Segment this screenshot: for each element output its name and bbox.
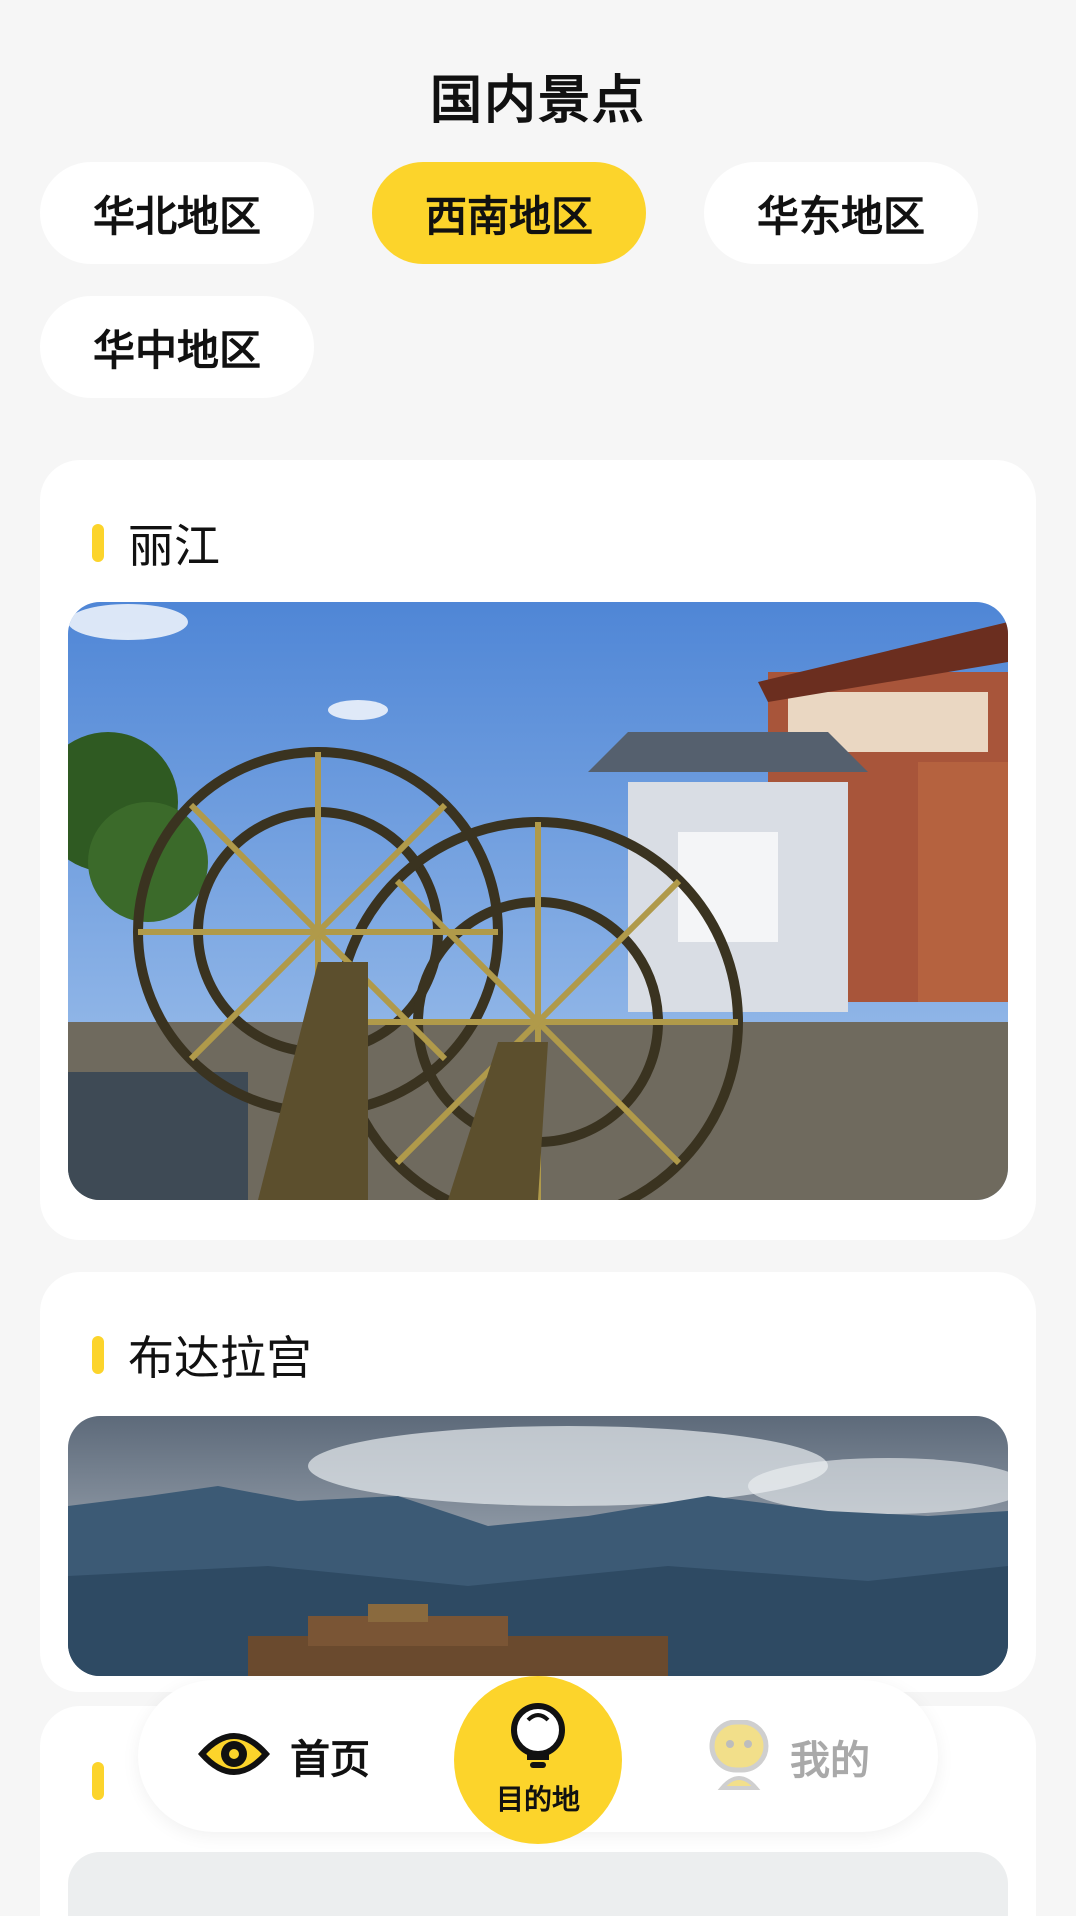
attraction-title: 丽江	[128, 519, 220, 573]
tab-destination[interactable]: 目的地	[454, 1676, 622, 1844]
tab-mine[interactable]: 我的	[708, 1719, 870, 1794]
page-title: 国内景点	[429, 71, 646, 131]
region-chip-southwest[interactable]: 西南地区	[372, 162, 646, 264]
region-chip-north[interactable]: 华北地区	[40, 162, 314, 264]
attraction-card-lijiang[interactable]: 丽江	[40, 460, 1036, 1240]
title-accent-bar	[92, 524, 104, 562]
eye-icon	[197, 1724, 271, 1788]
tab-destination-label: 目的地	[495, 1783, 580, 1816]
tab-home-label: 首页	[290, 1737, 370, 1783]
attraction-card-potala[interactable]: 布达拉宫	[40, 1272, 1036, 1692]
lijiang-waterwheel-photo[interactable]	[68, 602, 1008, 1200]
face-icon	[708, 1719, 770, 1794]
region-chip-label: 华北地区	[92, 191, 261, 241]
region-chip-central[interactable]: 华中地区	[40, 296, 314, 398]
region-chip-east[interactable]: 华东地区	[704, 162, 978, 264]
lightbulb-icon	[508, 1702, 568, 1776]
tab-home[interactable]: 首页	[197, 1724, 370, 1788]
title-accent-bar	[92, 1762, 104, 1800]
region-chip-label: 华东地区	[756, 191, 925, 241]
tab-mine-label: 我的	[790, 1738, 870, 1784]
title-accent-bar	[92, 1336, 104, 1374]
region-chip-label: 华中地区	[92, 325, 261, 375]
region-chip-label: 西南地区	[424, 191, 593, 241]
potala-palace-photo[interactable]	[68, 1416, 1008, 1676]
attraction-photo[interactable]	[68, 1852, 1008, 1916]
attraction-title: 布达拉宫	[128, 1331, 312, 1385]
